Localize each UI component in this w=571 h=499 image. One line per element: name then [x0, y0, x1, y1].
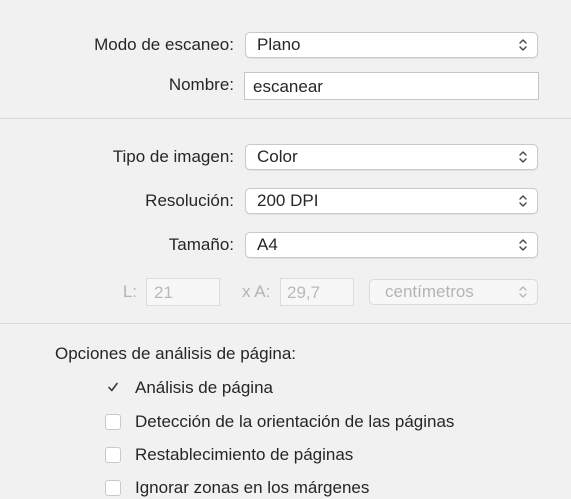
chevron-up-down-icon [519, 195, 527, 207]
name-field[interactable]: escanear [244, 72, 539, 100]
separator [0, 323, 571, 324]
option-label: Análisis de página [135, 378, 273, 397]
units-popup[interactable]: centímetros [369, 279, 538, 305]
width-value: 21 [154, 283, 173, 302]
name-value: escanear [253, 77, 323, 96]
units-value: centímetros [385, 282, 474, 301]
image-type-popup[interactable]: Color [245, 144, 538, 170]
chevron-up-down-icon [519, 39, 527, 51]
checkmark-icon [108, 382, 118, 392]
size-label: Tamaño: [168, 235, 234, 254]
resolution-value: 200 DPI [257, 191, 319, 210]
analysis-heading: Opciones de análisis de página: [55, 344, 296, 363]
height-value: 29,7 [287, 283, 321, 302]
width-field[interactable]: 21 [146, 278, 220, 306]
width-label: L: [122, 282, 137, 301]
chevron-up-down-icon [519, 286, 527, 298]
height-label: x A: [242, 282, 271, 301]
scan-mode-popup[interactable]: Plano [245, 32, 538, 58]
chevron-up-down-icon [519, 151, 527, 163]
resolution-label: Resolución: [145, 191, 234, 210]
checkbox[interactable] [105, 414, 121, 430]
resolution-popup[interactable]: 200 DPI [245, 188, 538, 214]
option-label: Detección de la orientación de las págin… [135, 412, 455, 431]
size-popup[interactable]: A4 [245, 232, 538, 258]
scan-mode-label: Modo de escaneo: [94, 35, 234, 54]
checkbox[interactable] [105, 380, 121, 396]
chevron-up-down-icon [519, 239, 527, 251]
image-type-value: Color [257, 147, 298, 166]
name-label: Nombre: [168, 75, 234, 94]
scan-mode-value: Plano [257, 35, 301, 54]
separator [0, 118, 571, 119]
scanner-settings-panel: Modo de escaneo: Plano Nombre: escanear … [0, 0, 571, 497]
height-field[interactable]: 29,7 [280, 278, 354, 306]
checkbox[interactable] [105, 480, 121, 496]
checkbox[interactable] [105, 447, 121, 463]
image-type-label: Tipo de imagen: [112, 147, 234, 166]
size-value: A4 [257, 235, 278, 254]
option-label: Restablecimiento de páginas [135, 445, 354, 464]
